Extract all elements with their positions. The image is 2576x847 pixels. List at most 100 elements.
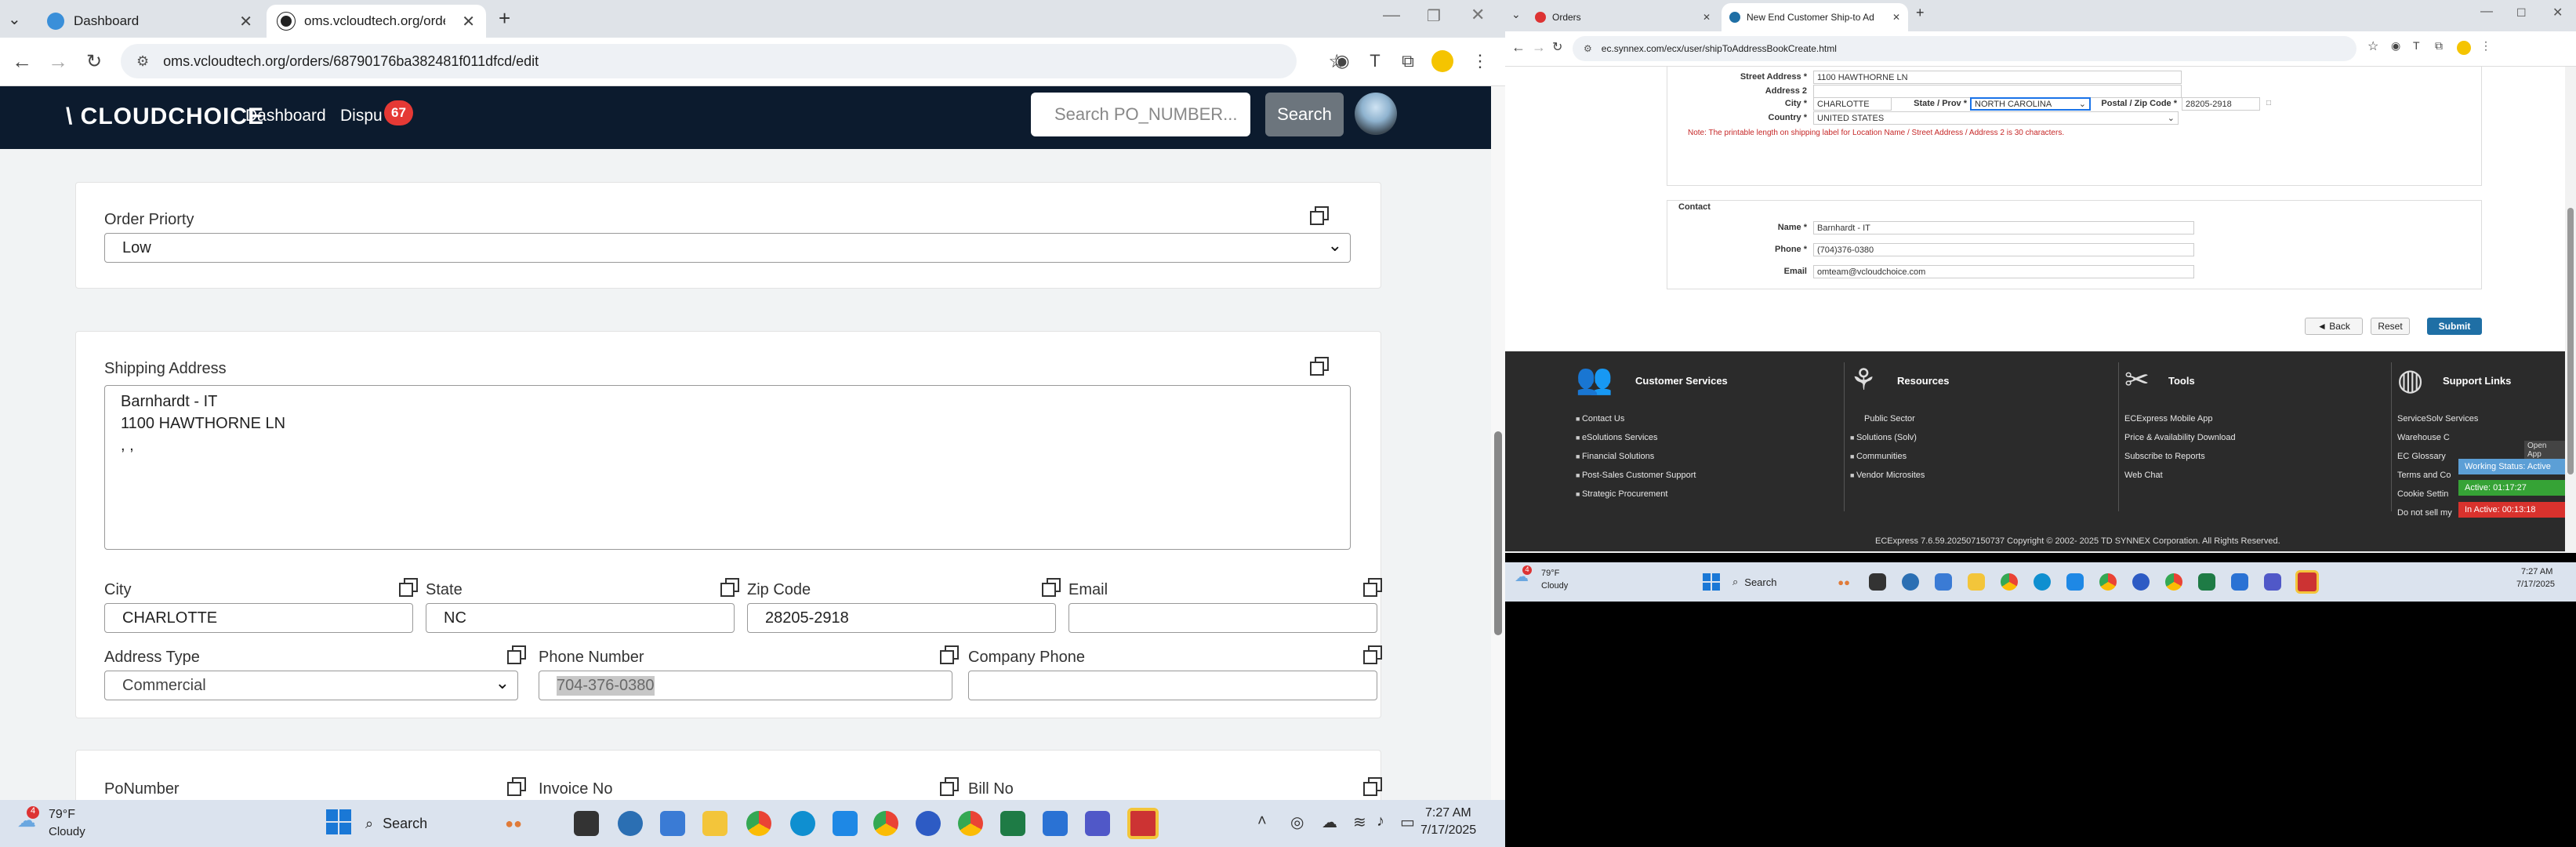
tab-order-edit[interactable]: oms.vcloudtech.org/orders/687 ✕ — [267, 5, 486, 38]
search-button[interactable]: Search — [1265, 93, 1344, 136]
clock-time[interactable]: 7:27 AM — [2521, 567, 2552, 576]
contact-email-input[interactable]: omteam@vcloudchoice.com — [1813, 265, 2194, 278]
footer-link[interactable]: Price & Availability Download — [2124, 433, 2236, 442]
scrollbar-thumb[interactable] — [1494, 431, 1502, 635]
teams-icon[interactable] — [1085, 811, 1110, 836]
calculator-icon[interactable] — [660, 811, 685, 836]
copy-icon[interactable] — [1363, 578, 1382, 597]
back-icon[interactable]: ← — [1511, 39, 1526, 56]
close-tab-icon[interactable]: ✕ — [239, 12, 252, 31]
footer-link[interactable]: Do not sell my — [2397, 508, 2452, 518]
teams-icon[interactable] — [2264, 573, 2281, 591]
company-phone-input[interactable] — [968, 671, 1377, 700]
maximize-icon[interactable]: ☐ — [2516, 6, 2527, 20]
restore-icon[interactable]: ❐ — [1427, 6, 1441, 26]
calculator-icon[interactable] — [1935, 573, 1952, 591]
nav-dashboard-link[interactable]: Dashboard — [245, 107, 326, 125]
nav-disputes-link[interactable]: Dispu — [340, 107, 383, 125]
menu-kebab-icon[interactable]: ⋮ — [1468, 49, 1493, 74]
excel-icon[interactable] — [1000, 811, 1025, 836]
copilot-icon[interactable] — [1902, 573, 1919, 591]
sticky-app-icon[interactable] — [1127, 808, 1159, 839]
footer-link[interactable]: Vendor Microsites — [1850, 471, 1925, 480]
tab-list-icon[interactable]: ⌄ — [1511, 8, 1521, 21]
copy-icon[interactable] — [940, 645, 959, 664]
profile-icon[interactable] — [2457, 41, 2471, 55]
copy-icon[interactable] — [1042, 578, 1061, 597]
user-avatar[interactable] — [1355, 93, 1397, 135]
email-input[interactable] — [1068, 603, 1377, 633]
forward-icon[interactable]: → — [44, 47, 72, 75]
zip-input[interactable]: 28205-2918 — [747, 603, 1056, 633]
footer-link[interactable]: Financial Solutions — [1576, 452, 1654, 461]
weather-temp[interactable]: 79°F — [1541, 569, 1559, 578]
zoom-icon[interactable] — [916, 811, 941, 836]
po-search-input[interactable]: Search PO_NUMBER... — [1031, 93, 1250, 136]
footer-link[interactable]: ECExpress Mobile App — [2124, 414, 2213, 424]
reload-icon[interactable]: ↻ — [80, 47, 108, 75]
back-button[interactable]: ◄ Back — [2305, 318, 2363, 335]
volume-icon[interactable]: ♪ — [1377, 812, 1384, 831]
lookup-icon[interactable]: □ — [2266, 99, 2271, 107]
site-info-icon[interactable]: ⚙ — [136, 53, 149, 70]
submit-button[interactable]: Submit — [2427, 318, 2482, 335]
copy-icon[interactable] — [720, 578, 739, 597]
cloud-sync-icon[interactable]: ☁ — [1322, 812, 1337, 832]
footer-link[interactable]: Contact Us — [1576, 414, 1624, 424]
extension-shield-icon[interactable]: ◉ — [2391, 39, 2400, 53]
address-bar[interactable]: ⚙ ec.synnex.com/ecx/user/shipToAddressBo… — [1573, 36, 2356, 61]
site-info-icon[interactable]: ⚙ — [1584, 43, 1592, 54]
footer-link[interactable]: Communities — [1850, 452, 1907, 461]
chrome-profile-icon[interactable] — [2099, 573, 2117, 591]
minimize-icon[interactable]: — — [2480, 5, 2493, 19]
cloudchoice-logo[interactable]: \ CLOUDCHOICE — [66, 104, 264, 130]
footer-link[interactable]: Warehouse C — [2397, 433, 2450, 442]
chrome-icon[interactable] — [746, 811, 771, 836]
reload-icon[interactable]: ↻ — [1552, 39, 1562, 55]
footer-link[interactable]: EC Glossary — [2397, 452, 2446, 461]
footer-link[interactable]: Post-Sales Customer Support — [1576, 471, 1696, 480]
shipping-address-textarea[interactable]: Barnhardt - IT 1100 HAWTHORNE LN , , — [104, 385, 1351, 550]
footer-link[interactable]: Cookie Settin — [2397, 489, 2448, 499]
taskbar-search[interactable]: ⌕ Search ●● — [1732, 572, 1850, 592]
scrollbar-thumb[interactable] — [2567, 208, 2574, 474]
clock-date[interactable]: 7/17/2025 — [2516, 580, 2555, 589]
copy-icon[interactable] — [399, 578, 418, 597]
extensions-puzzle-icon[interactable]: ⧉ — [2435, 39, 2443, 53]
windows-start-icon[interactable] — [326, 809, 351, 834]
copy-icon[interactable] — [1363, 645, 1382, 664]
extensions-puzzle-icon[interactable]: ⧉ — [1395, 49, 1420, 74]
new-tab-icon[interactable]: + — [499, 6, 510, 31]
tray-chevron-icon[interactable]: ˄ — [1257, 812, 1267, 831]
windows-start-icon[interactable] — [1703, 573, 1720, 591]
task-view-icon[interactable] — [1869, 573, 1886, 591]
translate-icon[interactable]: T — [1362, 49, 1388, 74]
tab-ship-to[interactable]: New End Customer Ship-to Ad ✕ — [1722, 3, 1908, 31]
translate-icon[interactable]: T — [2413, 39, 2420, 52]
weather-temp[interactable]: 79°F — [49, 808, 75, 822]
outlook-icon[interactable] — [833, 811, 858, 836]
footer-link[interactable]: Solutions (Solv) — [1850, 433, 1917, 442]
order-priority-select[interactable]: Low — [104, 233, 1351, 263]
minimize-icon[interactable]: — — [1383, 5, 1400, 25]
extension-shield-icon[interactable]: ◉ — [1330, 49, 1355, 74]
chrome-alt-icon[interactable] — [2165, 573, 2182, 591]
window-close-icon[interactable]: ✕ — [1471, 5, 1485, 25]
chrome-alt-icon[interactable] — [958, 811, 983, 836]
copy-icon[interactable] — [507, 777, 526, 796]
copy-icon[interactable] — [1363, 777, 1382, 796]
address-type-select[interactable]: Commercial — [104, 671, 518, 700]
state-input[interactable]: NC — [426, 603, 735, 633]
footer-link[interactable]: Public Sector — [1864, 414, 1915, 424]
new-tab-icon[interactable]: + — [1916, 5, 1925, 21]
bookmark-star-icon[interactable]: ☆ — [2367, 38, 2378, 54]
task-view-icon[interactable] — [574, 811, 599, 836]
footer-link[interactable]: ServiceSolv Services — [2397, 414, 2478, 424]
remote-desktop-icon[interactable] — [2231, 573, 2248, 591]
open-app-tab[interactable]: Open App — [2524, 441, 2565, 460]
sticky-app-icon[interactable] — [2295, 570, 2319, 594]
state-select[interactable]: NORTH CAROLINA ⌄ — [1970, 97, 2091, 111]
footer-link[interactable]: Terms and Co — [2397, 471, 2451, 480]
file-explorer-icon[interactable] — [702, 811, 727, 836]
copy-icon[interactable] — [1310, 206, 1329, 225]
